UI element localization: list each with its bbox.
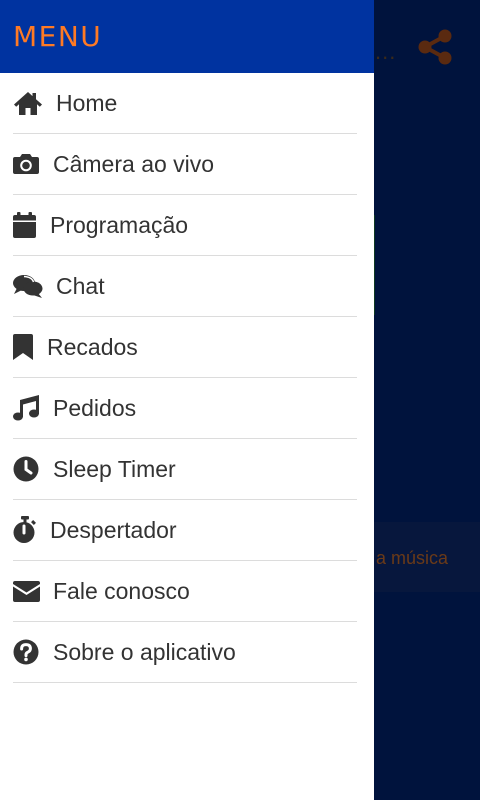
menu-list: Home Câmera ao vivo Programação Chat Rec… [0, 73, 374, 683]
stopwatch-icon [13, 516, 43, 544]
envelope-icon [13, 580, 43, 602]
menu-item-chat[interactable]: Chat [13, 256, 357, 317]
menu-item-alarm[interactable]: Despertador [13, 500, 357, 561]
menu-item-label: Câmera ao vivo [53, 150, 215, 177]
menu-item-schedule[interactable]: Programação [13, 195, 357, 256]
menu-item-about[interactable]: Sobre o aplicativo [13, 622, 357, 683]
menu-item-label: Despertador [50, 516, 177, 543]
menu-item-messages[interactable]: Recados [13, 317, 357, 378]
chat-icon [13, 274, 43, 298]
menu-item-label: Pedidos [53, 394, 137, 421]
menu-item-requests[interactable]: Pedidos [13, 378, 357, 439]
bookmark-icon [13, 334, 43, 360]
menu-item-home[interactable]: Home [13, 73, 357, 134]
calendar-icon [13, 212, 43, 238]
menu-item-label: Sleep Timer [53, 455, 176, 482]
drawer-header: MENU [0, 0, 374, 73]
home-icon [13, 90, 43, 116]
menu-item-label: Sobre o aplicativo [53, 638, 236, 665]
navigation-drawer: MENU Home Câmera ao vivo Programação Cha… [0, 0, 374, 800]
camera-icon [13, 153, 43, 175]
menu-item-label: Home [56, 89, 118, 116]
share-icon[interactable] [416, 28, 454, 66]
menu-item-label: Programação [50, 211, 189, 238]
menu-item-camera[interactable]: Câmera ao vivo [13, 134, 357, 195]
music-icon [13, 395, 43, 421]
background-ellipsis: ... [375, 39, 397, 64]
menu-item-label: Fale conosco [53, 577, 190, 604]
background-song-text: a música [376, 548, 449, 568]
clock-icon [13, 456, 43, 482]
question-circle-icon [13, 639, 43, 665]
menu-item-sleep-timer[interactable]: Sleep Timer [13, 439, 357, 500]
menu-item-contact[interactable]: Fale conosco [13, 561, 357, 622]
menu-item-label: Chat [56, 272, 105, 299]
menu-item-label: Recados [47, 333, 138, 360]
drawer-title: MENU [13, 20, 103, 53]
